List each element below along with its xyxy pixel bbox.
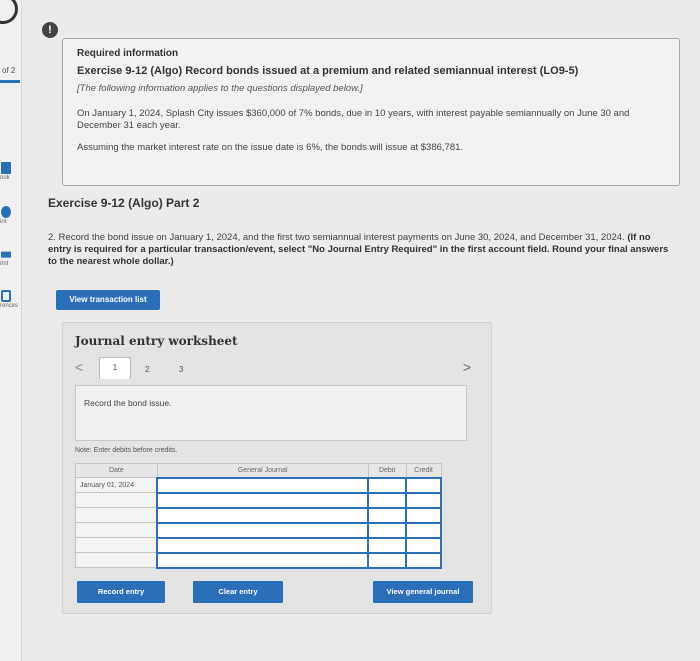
rail-item-label: rint: [0, 261, 9, 267]
table-row: [75, 536, 442, 554]
rail-item-label: ook: [0, 175, 10, 181]
question-plain: 2. Record the bond issue on January 1, 2…: [48, 232, 625, 243]
worksheet-note: Note: Enter debits before credits.: [75, 447, 178, 454]
date-cell: [75, 522, 158, 538]
table-row: [75, 551, 442, 569]
column-header-debit: Debit: [367, 463, 407, 478]
debit-input[interactable]: [367, 551, 408, 569]
debit-input[interactable]: [367, 506, 408, 524]
credit-input[interactable]: [405, 506, 442, 524]
tab-3[interactable]: 3: [179, 365, 183, 374]
record-entry-button[interactable]: Record entry: [77, 581, 165, 603]
prev-page-icon[interactable]: <: [75, 359, 83, 375]
credit-input[interactable]: [405, 551, 442, 569]
column-header-general-journal: General Journal: [156, 463, 369, 478]
journal-entry-worksheet: Journal entry worksheet < 1 2 3 > Record…: [62, 322, 492, 614]
account-input[interactable]: [156, 476, 370, 494]
back-arrow-icon[interactable]: [0, 0, 18, 24]
rail-item-print[interactable]: rint: [0, 248, 22, 267]
account-input[interactable]: [156, 536, 370, 554]
debit-input[interactable]: [367, 491, 408, 509]
table-row: [75, 491, 442, 509]
clear-entry-button[interactable]: Clear entry: [193, 581, 283, 603]
print-icon: [1, 251, 11, 258]
rail-item-references[interactable]: rences: [0, 290, 22, 309]
debit-input[interactable]: [367, 476, 408, 494]
date-cell: January 01, 2024: [75, 477, 158, 493]
credit-input[interactable]: [405, 476, 442, 494]
column-header-date: Date: [75, 463, 158, 478]
rail-item-label: int: [0, 219, 7, 225]
info-heading: Required information: [77, 48, 179, 59]
journal-table: Date General Journal Debit Credit Januar…: [75, 463, 442, 569]
date-cell: [75, 492, 158, 508]
account-input[interactable]: [156, 551, 370, 569]
info-paragraph-2: Assuming the market interest rate on the…: [77, 142, 464, 153]
tab-2[interactable]: 2: [145, 365, 149, 374]
debit-input[interactable]: [367, 536, 408, 554]
table-row: [75, 521, 442, 539]
credit-input[interactable]: [405, 521, 442, 539]
view-general-journal-button[interactable]: View general journal: [373, 581, 473, 603]
credit-input[interactable]: [405, 536, 442, 554]
debit-input[interactable]: [367, 521, 408, 539]
question-text: 2. Record the bond issue on January 1, 2…: [48, 232, 672, 268]
date-cell: [75, 537, 158, 553]
required-information-box: Required information Exercise 9-12 (Algo…: [62, 38, 680, 186]
part-title: Exercise 9-12 (Algo) Part 2: [48, 196, 200, 210]
account-input[interactable]: [156, 521, 370, 539]
hint-icon: [1, 206, 11, 218]
exercise-title: Exercise 9-12 (Algo) Record bonds issued…: [77, 65, 579, 77]
entry-description: Record the bond issue.: [75, 385, 467, 441]
rail-item-label: rences: [0, 303, 19, 309]
book-icon: [1, 162, 11, 174]
next-page-icon[interactable]: >: [463, 359, 471, 375]
page-count: of 2: [2, 66, 16, 75]
account-input[interactable]: [156, 506, 370, 524]
info-paragraph-1: On January 1, 2024, Splash City issues $…: [77, 108, 630, 131]
date-cell: [75, 507, 158, 523]
table-row: January 01, 2024: [75, 476, 442, 494]
left-rail: of 2 ook int rint rences: [0, 0, 22, 661]
worksheet-title: Journal entry worksheet: [75, 334, 238, 348]
rail-item-hint[interactable]: int: [0, 206, 22, 225]
column-header-credit: Credit: [405, 463, 442, 478]
rail-item-ebook[interactable]: ook: [0, 162, 22, 181]
date-cell: [75, 552, 158, 568]
references-icon: [1, 290, 11, 302]
alert-icon: !: [42, 22, 58, 38]
tab-1[interactable]: 1: [99, 357, 131, 379]
table-row: [75, 506, 442, 524]
account-input[interactable]: [156, 491, 370, 509]
view-transaction-list-button[interactable]: View transaction list: [56, 290, 160, 310]
page-indicator: [0, 80, 20, 83]
credit-input[interactable]: [405, 491, 442, 509]
info-note: [The following information applies to th…: [77, 83, 363, 94]
